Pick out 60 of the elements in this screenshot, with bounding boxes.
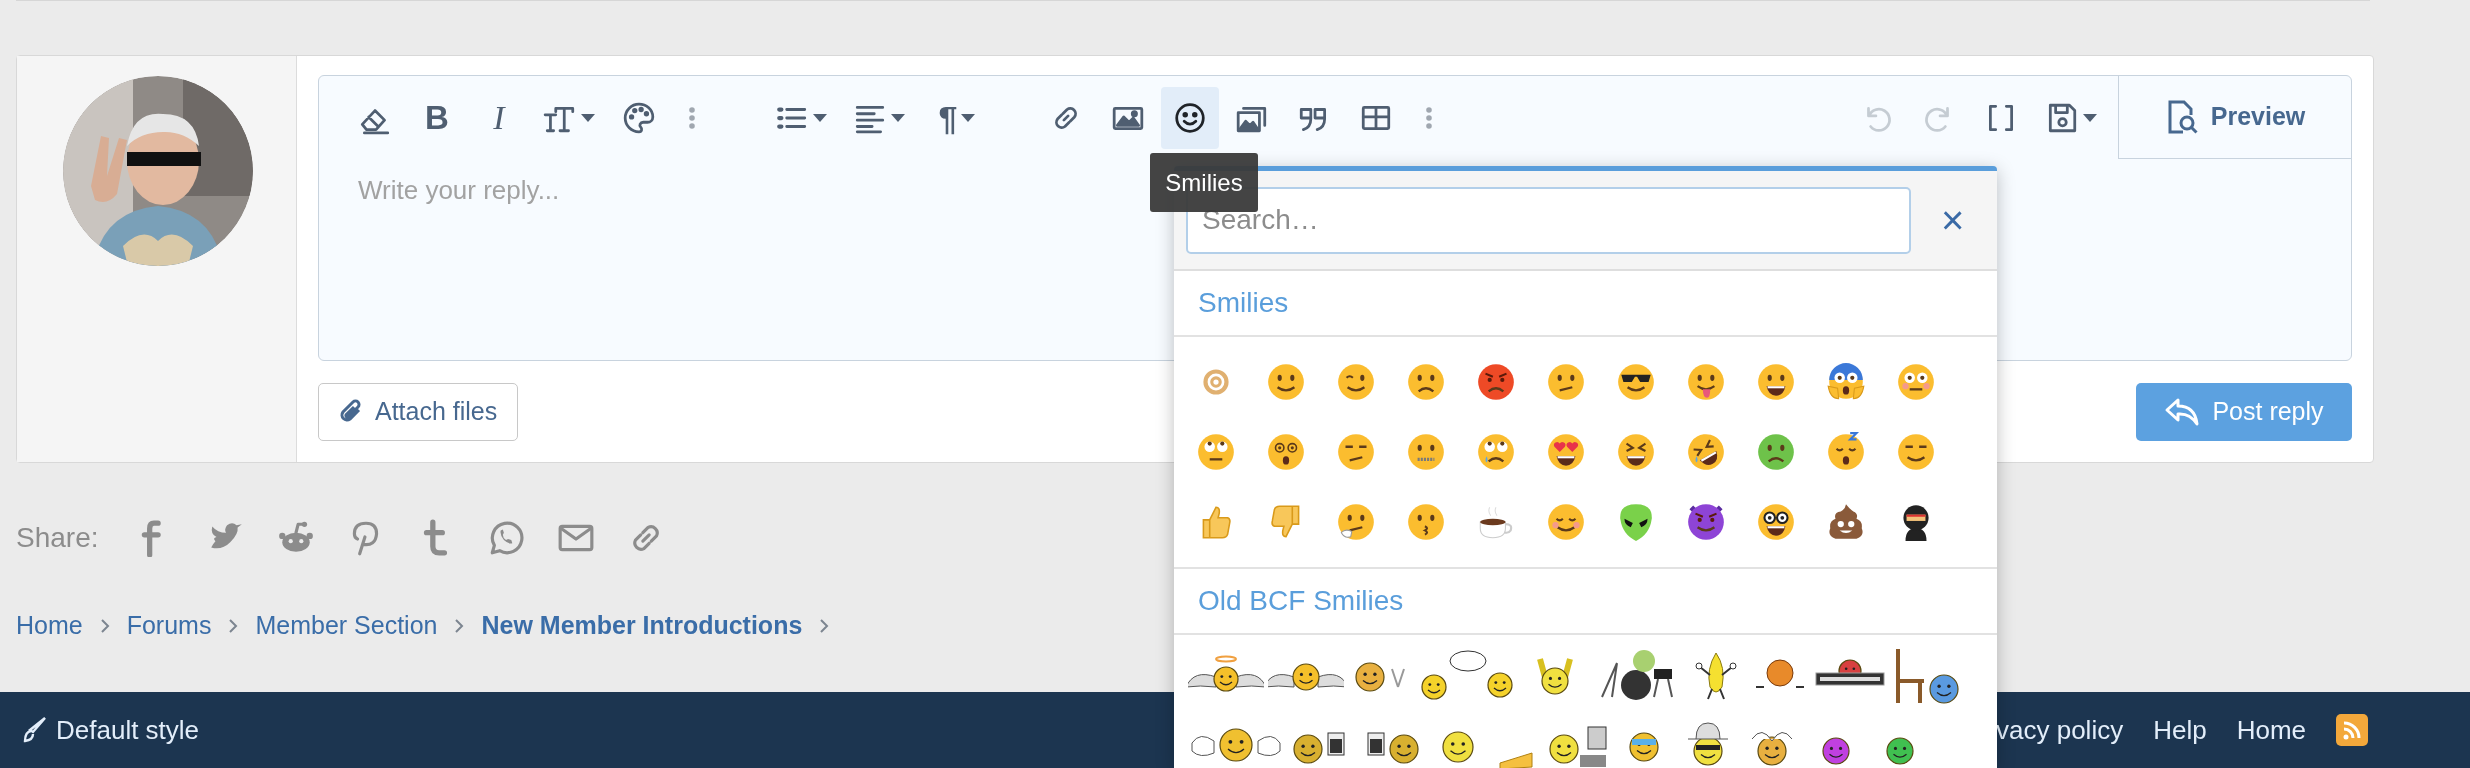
eye-roll-face-icon[interactable] bbox=[1195, 431, 1237, 473]
section-heading: Old BCF Smilies bbox=[1198, 584, 1404, 618]
devil-face-icon[interactable] bbox=[1685, 501, 1727, 543]
chevron-icon bbox=[818, 616, 831, 635]
breadcrumb-link[interactable]: Forums bbox=[126, 607, 212, 645]
more-icon bbox=[689, 104, 695, 131]
chevron-icon bbox=[227, 616, 240, 635]
attach-files-button[interactable]: Attach files bbox=[318, 383, 519, 441]
smirking-face-icon[interactable] bbox=[1895, 431, 1937, 473]
laughing-face-icon[interactable] bbox=[1615, 431, 1657, 473]
blushing-face-icon[interactable] bbox=[1545, 501, 1587, 543]
smilies-toolbar-button[interactable] bbox=[1161, 86, 1219, 149]
breadcrumb-link[interactable]: New Member Introductions bbox=[481, 607, 803, 645]
footer-link[interactable]: Help bbox=[2153, 710, 2207, 750]
footer-link[interactable]: Home bbox=[2236, 710, 2306, 750]
share-label: Share: bbox=[16, 521, 99, 555]
caret-icon bbox=[813, 113, 827, 122]
palette-icon bbox=[622, 100, 656, 135]
chevron-icon bbox=[453, 616, 466, 635]
more-icon bbox=[1426, 104, 1432, 131]
caret-icon bbox=[891, 113, 905, 122]
section-heading: Smilies bbox=[1198, 286, 1289, 320]
brush-icon bbox=[22, 716, 48, 744]
heart-eyes-face-icon[interactable] bbox=[1545, 431, 1587, 473]
tooltip: Smilies bbox=[1150, 153, 1258, 212]
caret-icon bbox=[2083, 113, 2097, 122]
breadcrumb-link[interactable]: Home bbox=[16, 607, 83, 645]
rolling-laughing-face-icon[interactable] bbox=[1685, 431, 1727, 473]
close-button[interactable]: × bbox=[1941, 200, 1965, 240]
footer-link[interactable]: vacy policy bbox=[1996, 710, 2124, 750]
italic-toolbar-button[interactable]: I bbox=[470, 86, 528, 149]
kissing-face-icon[interactable] bbox=[1405, 501, 1447, 543]
paragraph-toolbar-button[interactable]: ¶ bbox=[920, 86, 994, 149]
preview-button[interactable]: Preview bbox=[2118, 76, 2351, 159]
dizzy-face-icon[interactable] bbox=[1265, 431, 1307, 473]
nauseated-face-icon[interactable] bbox=[1755, 431, 1797, 473]
nerd-face-icon[interactable] bbox=[1755, 501, 1797, 543]
caret-icon bbox=[961, 113, 976, 122]
caret-icon bbox=[581, 113, 595, 122]
bold-toolbar-button[interactable]: B bbox=[408, 86, 466, 149]
rss-icon[interactable] bbox=[2336, 714, 2368, 746]
tongue-out-face-icon[interactable] bbox=[1685, 361, 1727, 403]
confused-face-icon[interactable] bbox=[1545, 361, 1587, 403]
grinning-face-icon[interactable] bbox=[1755, 361, 1797, 403]
sleeping-face-icon[interactable] bbox=[1825, 431, 1867, 473]
frowning-face-icon[interactable] bbox=[1405, 361, 1447, 403]
unamused-face-icon[interactable] bbox=[1335, 431, 1377, 473]
smiling-face-icon[interactable] bbox=[1265, 361, 1307, 403]
breadcrumb-link[interactable]: Member Section bbox=[255, 607, 438, 645]
flushed-face-icon[interactable] bbox=[1895, 361, 1937, 403]
thinking-face-icon[interactable] bbox=[1335, 501, 1377, 543]
sunglasses-face-icon[interactable] bbox=[1615, 361, 1657, 403]
smiley-icon bbox=[1173, 100, 1207, 135]
style-link[interactable]: Default style bbox=[22, 710, 200, 750]
chevron-icon bbox=[98, 616, 111, 635]
reply-arrow-icon bbox=[2164, 397, 2201, 427]
crying-face-icon[interactable] bbox=[1475, 431, 1517, 473]
winking-face-icon[interactable] bbox=[1335, 361, 1377, 403]
angry-face-icon[interactable] bbox=[1475, 361, 1517, 403]
zipper-mouth-face-icon[interactable] bbox=[1405, 431, 1447, 473]
